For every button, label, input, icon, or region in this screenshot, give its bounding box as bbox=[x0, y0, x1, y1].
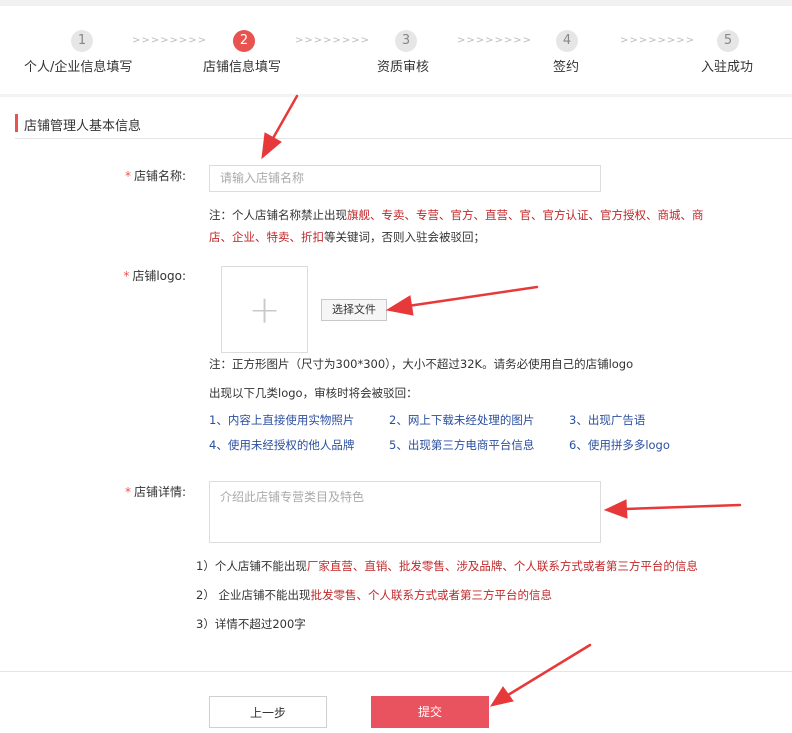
store-detail-textarea[interactable]: 介绍此店铺专营类目及特色 bbox=[209, 481, 601, 543]
step-separator: >>>>>>>> bbox=[295, 35, 371, 46]
step-5-circle: 5 bbox=[717, 30, 739, 52]
step-2-label: 店铺信息填写 bbox=[203, 60, 282, 75]
rule-keywords: 厂家直营、直销、批发零售、涉及品牌、个人联系方式或者第三方平台的信息 bbox=[306, 559, 698, 573]
submit-button[interactable]: 提交 bbox=[371, 696, 489, 728]
note-keywords: 旗舰、专卖、专营、官方、直营、官、官方认证、官方授权、商城、商 bbox=[347, 208, 704, 222]
section-accent-bar bbox=[15, 114, 18, 132]
step-2-circle: 2 bbox=[233, 30, 255, 52]
store-name-label: * 店铺名称: bbox=[66, 167, 186, 184]
note-prefix: 注：个人店铺名称禁止出现 bbox=[209, 208, 347, 222]
plus-icon: + bbox=[248, 287, 281, 332]
step-separator: >>>>>>>> bbox=[132, 35, 208, 46]
logo-reject-title: 出现以下几类logo，审核时将会被驳回： bbox=[209, 386, 418, 400]
prev-step-button[interactable]: 上一步 bbox=[209, 696, 327, 728]
rule-prefix: 2） 企业店铺不能出现 bbox=[196, 588, 311, 602]
rule-prefix: 1）个人店铺不能出现 bbox=[196, 559, 307, 573]
reject-item: 3、出现广告语 bbox=[569, 413, 646, 427]
required-mark: * bbox=[124, 169, 131, 183]
reject-item: 6、使用拼多多logo bbox=[569, 438, 670, 452]
store-name-note: 注：个人店铺名称禁止出现旗舰、专卖、专营、官方、直营、官、官方认证、官方授权、商… bbox=[209, 204, 749, 248]
store-detail-label-text: 店铺详情: bbox=[133, 485, 186, 499]
step-4-label: 签约 bbox=[553, 60, 580, 75]
annotation-arrow-1 bbox=[261, 94, 299, 160]
reject-item: 1、内容上直接使用实物照片 bbox=[209, 413, 355, 427]
top-strip bbox=[0, 0, 792, 6]
annotation-arrow-4 bbox=[489, 643, 592, 707]
store-detail-label: * 店铺详情: bbox=[66, 483, 186, 500]
reject-item: 4、使用未经授权的他人品牌 bbox=[209, 438, 355, 452]
step-divider bbox=[0, 94, 792, 97]
store-detail-placeholder: 介绍此店铺专营类目及特色 bbox=[220, 490, 365, 504]
choose-file-button[interactable]: 选择文件 bbox=[321, 299, 387, 321]
store-name-input[interactable]: 请输入店铺名称 bbox=[209, 165, 601, 192]
store-name-placeholder: 请输入店铺名称 bbox=[220, 171, 305, 185]
footer-divider bbox=[0, 671, 792, 672]
logo-upload-box[interactable]: + bbox=[221, 266, 308, 353]
required-mark: * bbox=[124, 485, 131, 499]
reject-item: 5、出现第三方电商平台信息 bbox=[389, 438, 535, 452]
step-4-circle: 4 bbox=[556, 30, 578, 52]
step-3-label: 资质审核 bbox=[377, 60, 430, 75]
section-divider bbox=[15, 138, 792, 139]
annotation-arrow-2 bbox=[385, 285, 539, 316]
annotation-arrow-3 bbox=[603, 499, 742, 519]
store-logo-label-text: 店铺logo: bbox=[132, 269, 186, 283]
detail-rule-2: 2） 企业店铺不能出现批发零售、个人联系方式或者第三方平台的信息 bbox=[196, 584, 552, 606]
store-name-label-text: 店铺名称: bbox=[133, 169, 186, 183]
required-mark: * bbox=[123, 269, 130, 283]
store-name-note-line-2: 店、企业、特卖、折扣等关键词，否则入驻会被驳回； bbox=[209, 226, 749, 248]
note-suffix: 等关键词，否则入驻会被驳回； bbox=[324, 230, 485, 244]
store-logo-label: * 店铺logo: bbox=[66, 267, 186, 284]
step-separator: >>>>>>>> bbox=[457, 35, 533, 46]
step-1-circle: 1 bbox=[71, 30, 93, 52]
reject-item: 2、网上下载未经处理的图片 bbox=[389, 413, 535, 427]
detail-rule-1: 1）个人店铺不能出现厂家直营、直销、批发零售、涉及品牌、个人联系方式或者第三方平… bbox=[196, 555, 698, 577]
store-name-note-line-1: 注：个人店铺名称禁止出现旗舰、专卖、专营、官方、直营、官、官方认证、官方授权、商… bbox=[209, 204, 749, 226]
step-5-label: 入驻成功 bbox=[701, 60, 754, 75]
logo-note: 注：正方形图片（尺寸为300*300），大小不超过32K。请务必使用自己的店铺l… bbox=[209, 357, 634, 371]
section-title: 店铺管理人基本信息 bbox=[24, 119, 142, 134]
detail-rule-3: 3）详情不超过200字 bbox=[196, 617, 306, 631]
step-separator: >>>>>>>> bbox=[620, 35, 696, 46]
note-keywords: 店、企业、特卖、折扣 bbox=[209, 230, 324, 244]
rule-keywords: 批发零售、个人联系方式或者第三方平台的信息 bbox=[310, 588, 552, 602]
step-3-circle: 3 bbox=[395, 30, 417, 52]
step-1-label: 个人/企业信息填写 bbox=[24, 60, 133, 75]
